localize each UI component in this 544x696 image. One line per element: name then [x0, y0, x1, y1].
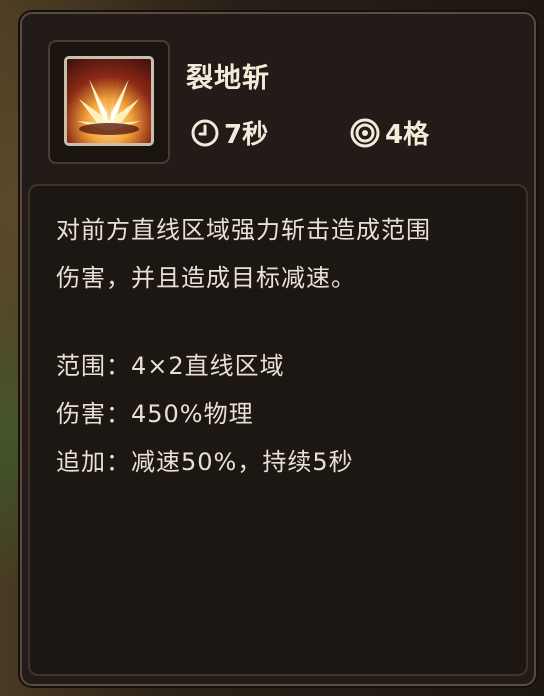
range-stat: 4格 [349, 114, 429, 151]
skill-tooltip: 裂地斩 7秒 4格 对前方直线区域强力斩击造成范围 伤害，并且造成目标减速。 范… [20, 12, 536, 686]
cooldown-stat: 7秒 [190, 114, 268, 151]
area-detail: 范围：4×2直线区域 [56, 352, 285, 380]
skill-name: 裂地斩 [186, 63, 270, 94]
extra-effect-detail: 追加：减速50%，持续5秒 [56, 448, 354, 476]
description-panel: 对前方直线区域强力斩击造成范围 伤害，并且造成目标减速。 范围：4×2直线区域 … [28, 184, 528, 676]
clock-icon [191, 119, 219, 146]
skill-icon-frame [48, 40, 170, 164]
target-icon [350, 118, 380, 147]
description-line: 对前方直线区域强力斩击造成范围 [56, 216, 431, 244]
cooldown-value: 7秒 [224, 120, 269, 150]
ground-slash-burst-icon [64, 56, 154, 146]
description-line: 伤害，并且造成目标减速。 [56, 264, 356, 292]
range-value: 4格 [385, 120, 430, 150]
damage-detail: 伤害：450%物理 [56, 400, 254, 428]
